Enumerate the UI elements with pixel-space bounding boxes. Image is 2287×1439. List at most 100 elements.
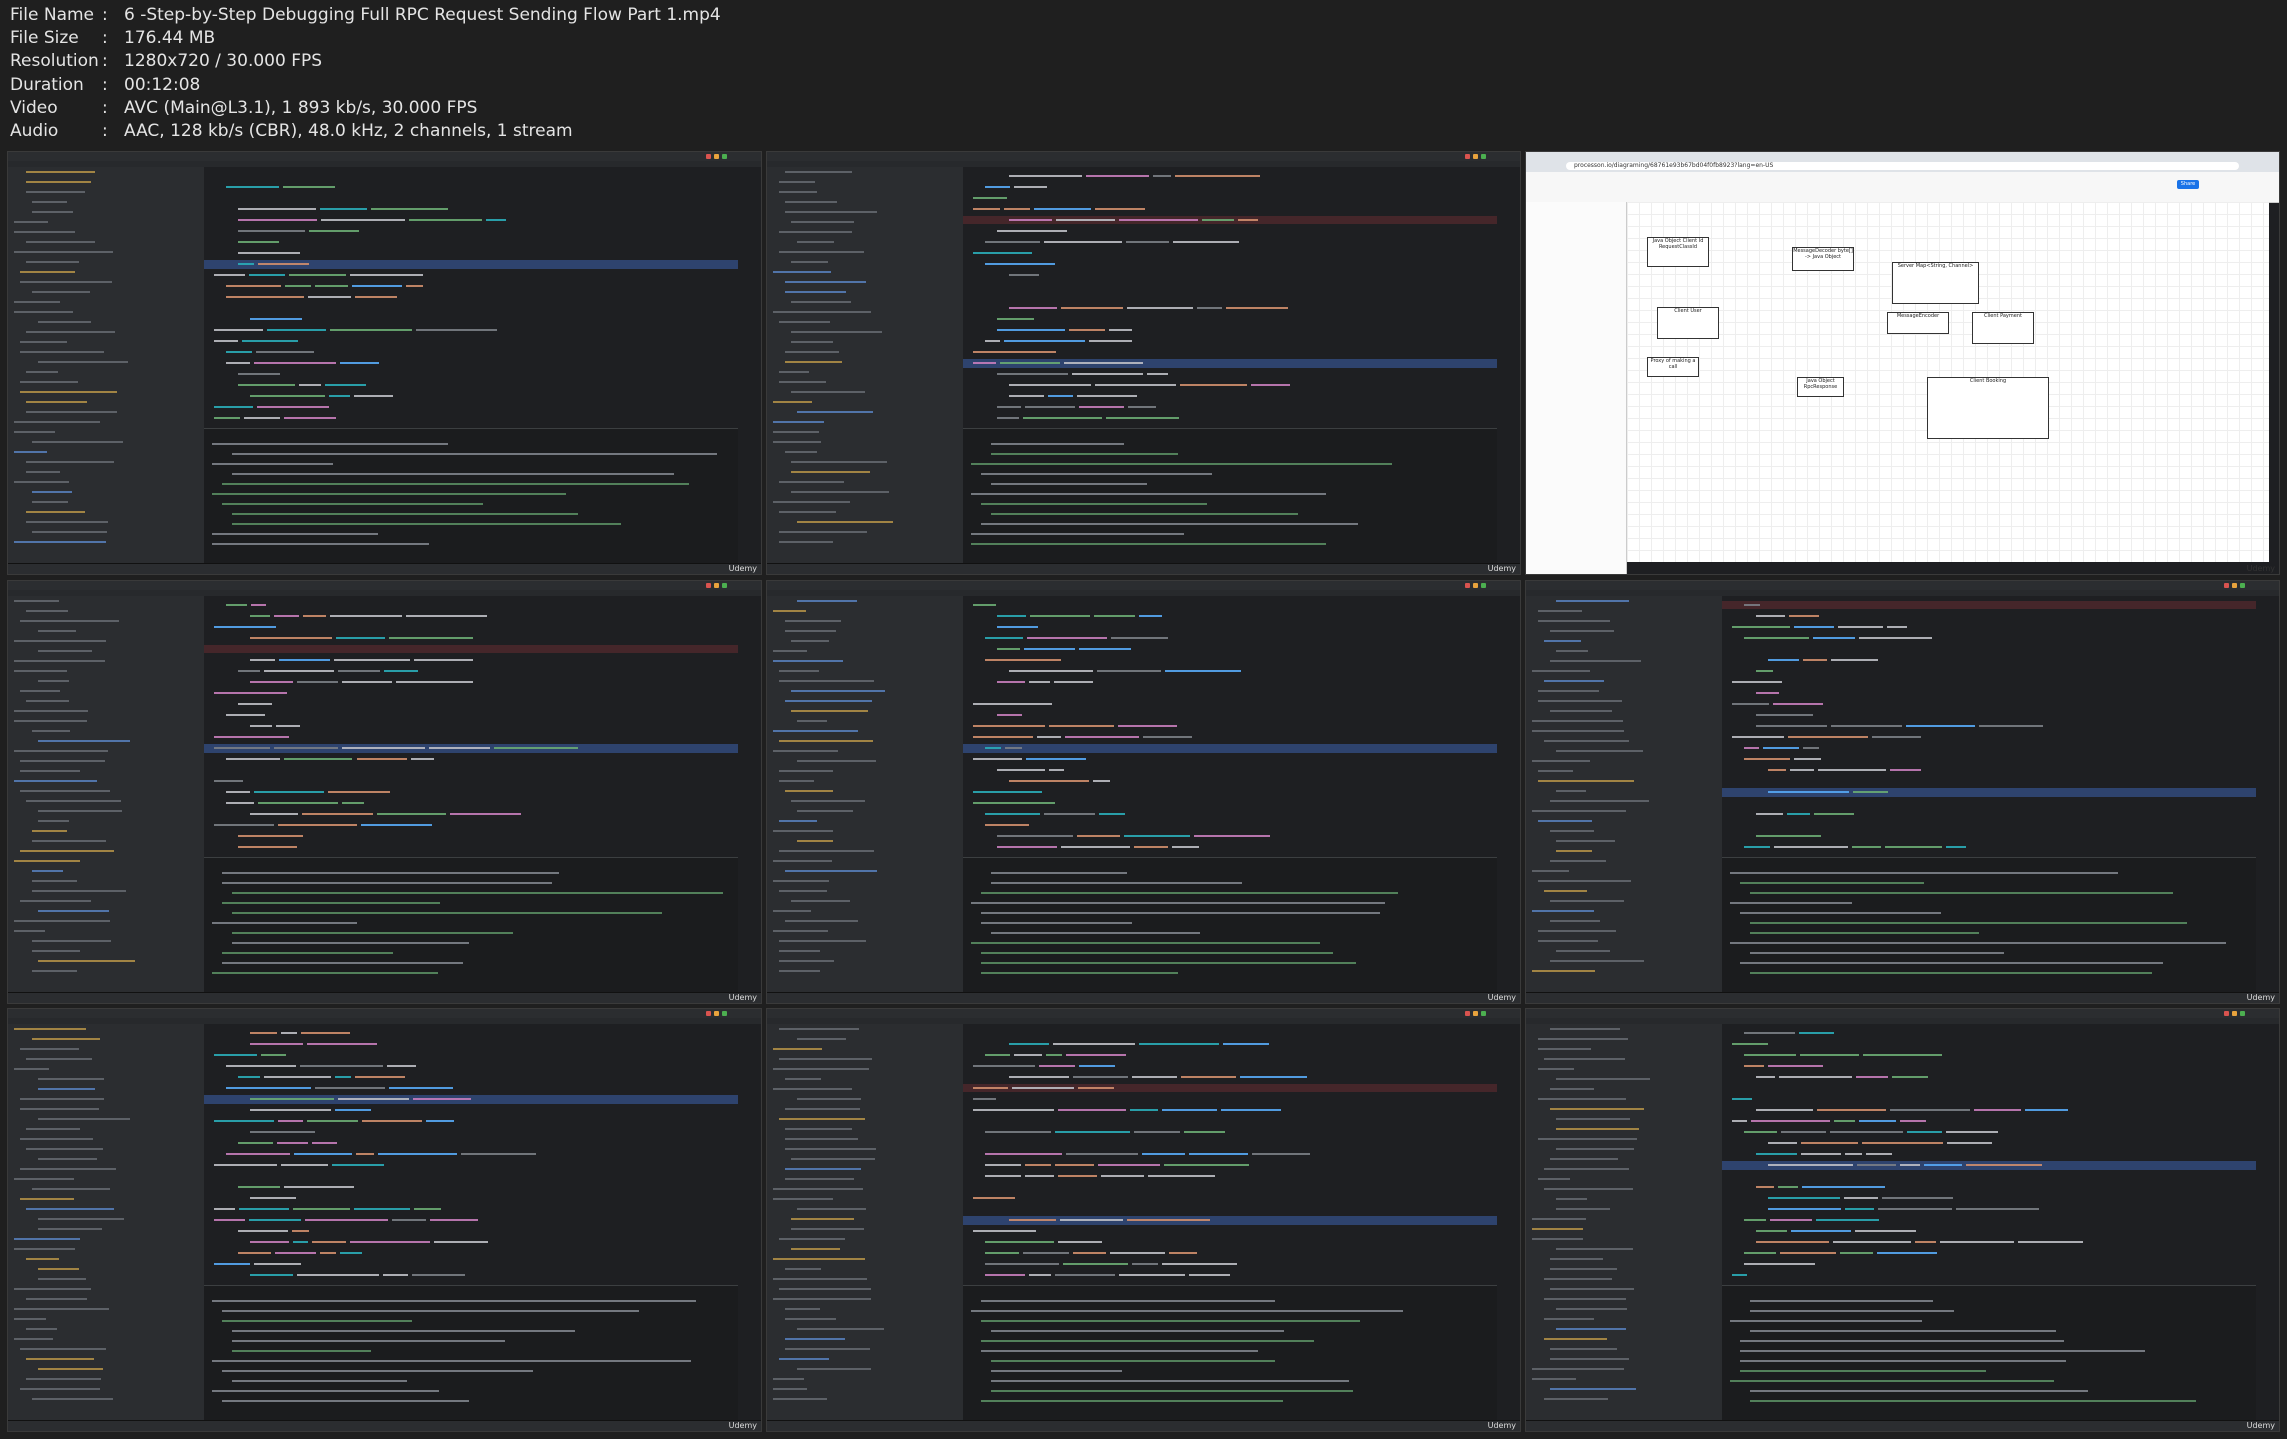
code-token bbox=[1095, 384, 1176, 386]
code-token bbox=[278, 659, 330, 661]
diagram-box[interactable]: Proxy of making a call bbox=[1647, 357, 1699, 377]
file-name-label: File Name bbox=[10, 5, 95, 25]
debug-console bbox=[962, 856, 1498, 993]
tree-item bbox=[38, 321, 91, 323]
udemy-watermark: Udemy bbox=[728, 564, 757, 573]
code-token bbox=[1743, 1032, 1795, 1034]
diagram-box[interactable]: Java Object Client Id RequestClassId bbox=[1647, 237, 1709, 267]
console-line bbox=[231, 1329, 575, 1332]
tree-item bbox=[26, 181, 92, 183]
code-token bbox=[1817, 1109, 1886, 1111]
tree-item bbox=[32, 531, 107, 533]
diagram-box[interactable]: Server Map<String, Channel> bbox=[1892, 262, 1979, 304]
console-line bbox=[980, 472, 1212, 475]
console-line bbox=[221, 1319, 413, 1322]
tree-item bbox=[773, 421, 824, 423]
code-token bbox=[996, 417, 1019, 419]
code-token bbox=[1834, 1120, 1856, 1122]
code-token bbox=[1072, 1252, 1107, 1254]
console-line bbox=[1739, 1349, 2145, 1352]
code-token bbox=[1755, 1153, 1797, 1155]
code-token bbox=[1039, 1065, 1076, 1067]
code-token bbox=[1061, 846, 1131, 848]
thumbnail-drawio: processon.io/diagraming/68761e93b67bd04f… bbox=[1525, 151, 2280, 575]
code-token bbox=[1173, 241, 1240, 243]
code-token bbox=[320, 219, 406, 221]
code-token bbox=[996, 406, 1022, 408]
code-token bbox=[225, 186, 279, 188]
window-control-icon bbox=[1473, 583, 1478, 588]
console-line bbox=[211, 1299, 696, 1302]
code-token bbox=[378, 1153, 457, 1155]
diagram-box[interactable]: Java Object RpcResponse bbox=[1797, 377, 1844, 397]
diagram-box[interactable]: Client Booking bbox=[1927, 377, 2049, 439]
tree-item bbox=[791, 471, 871, 473]
tree-item bbox=[791, 391, 866, 393]
tree-item bbox=[785, 1108, 861, 1110]
tree-item bbox=[773, 930, 828, 932]
tree-item bbox=[32, 950, 81, 952]
code-token bbox=[1769, 1219, 1812, 1221]
code-token bbox=[237, 1186, 281, 1188]
diagram-box[interactable]: MessageDecoder byte[] -> Java Object bbox=[1792, 247, 1854, 271]
diagram-box[interactable]: MessageEncoder bbox=[1887, 312, 1949, 334]
tree-item bbox=[797, 1038, 846, 1040]
share-button[interactable]: Share bbox=[2177, 180, 2199, 189]
code-token bbox=[243, 417, 281, 419]
code-token bbox=[1830, 1131, 1903, 1133]
code-token bbox=[258, 802, 338, 804]
code-token bbox=[307, 1120, 359, 1122]
code-token bbox=[972, 1098, 997, 1100]
code-token bbox=[1164, 670, 1241, 672]
code-token bbox=[1839, 1252, 1874, 1254]
code-token bbox=[225, 351, 252, 353]
code-token bbox=[1859, 1120, 1896, 1122]
code-token bbox=[249, 1197, 296, 1199]
console-line bbox=[211, 1359, 691, 1362]
tree-item bbox=[1550, 1258, 1604, 1260]
code-token bbox=[337, 1098, 410, 1100]
console-line bbox=[1749, 1309, 1954, 1312]
code-token bbox=[1119, 1274, 1185, 1276]
console-line bbox=[980, 921, 1133, 924]
tree-item bbox=[785, 1138, 858, 1140]
tree-item bbox=[20, 1098, 105, 1100]
code-token bbox=[213, 780, 244, 782]
window-control-icon bbox=[706, 1011, 711, 1016]
code-token bbox=[1731, 1043, 1769, 1045]
console-line bbox=[231, 891, 723, 894]
window-control-icon bbox=[2224, 1011, 2229, 1016]
code-token bbox=[249, 1241, 289, 1243]
thumbnail-ide: Udemy bbox=[766, 151, 1521, 575]
code-token bbox=[340, 362, 379, 364]
code-token bbox=[213, 1054, 258, 1056]
code-token bbox=[237, 1142, 273, 1144]
address-bar[interactable]: processon.io/diagraming/68761e93b67bd04f… bbox=[1566, 162, 2239, 170]
tree-item bbox=[773, 1388, 807, 1390]
console-line bbox=[221, 1309, 639, 1312]
thumbnail-ide: Udemy bbox=[7, 580, 762, 1004]
diagram-box[interactable]: Client User bbox=[1657, 307, 1719, 339]
diagram-box[interactable]: Client Payment bbox=[1972, 312, 2034, 344]
code-token bbox=[1124, 835, 1191, 837]
code-token bbox=[996, 714, 1023, 716]
window-control-icon bbox=[1465, 154, 1470, 159]
code-token bbox=[213, 329, 264, 331]
tree-item bbox=[791, 261, 829, 263]
video-row: Video: AVC (Main@L3.1), 1 893 kb/s, 30.00… bbox=[10, 97, 910, 120]
code-token bbox=[276, 1142, 308, 1144]
code-token bbox=[1889, 1109, 1970, 1111]
code-token bbox=[213, 406, 254, 408]
code-token bbox=[972, 1065, 1036, 1067]
tree-item bbox=[20, 760, 106, 762]
code-token bbox=[261, 1054, 287, 1056]
code-token bbox=[996, 681, 1026, 683]
code-token bbox=[1086, 175, 1150, 177]
tree-item bbox=[779, 950, 821, 952]
code-token bbox=[1119, 219, 1198, 221]
tree-item bbox=[26, 401, 87, 403]
code-token bbox=[1801, 1142, 1858, 1144]
tree-item bbox=[785, 700, 873, 702]
code-token bbox=[1779, 1252, 1836, 1254]
tree-item bbox=[32, 201, 68, 203]
